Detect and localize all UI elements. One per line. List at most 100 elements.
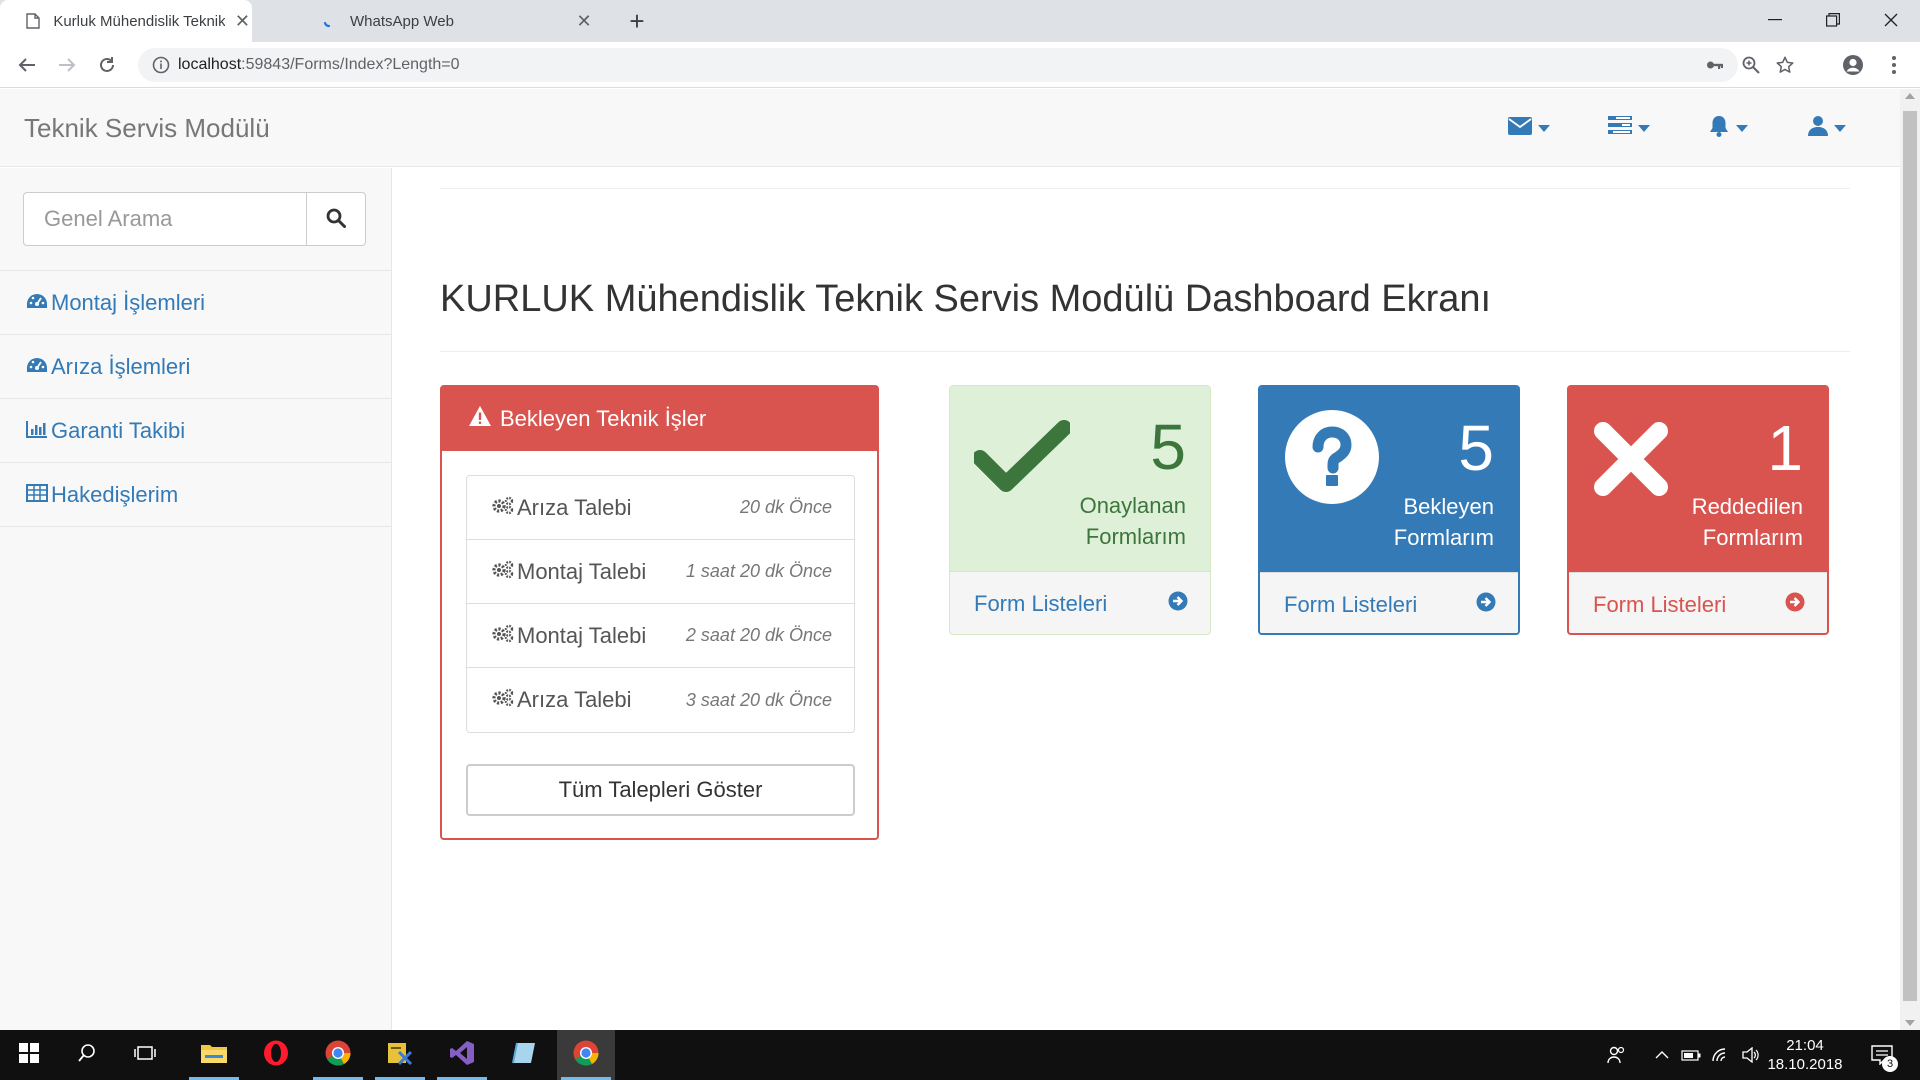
opera-button[interactable] [247, 1030, 305, 1080]
task-time: 20 dk Önce [739, 497, 832, 517]
question-icon [1284, 409, 1380, 510]
chrome-taskbar-button[interactable] [309, 1030, 367, 1080]
back-icon[interactable] [12, 50, 42, 80]
sidebar-item-label: Garanti Takibi [51, 417, 186, 443]
wifi-icon[interactable] [1710, 1044, 1732, 1066]
form-list-link[interactable]: Form Listeleri [1260, 572, 1518, 633]
chrome-icon [573, 1040, 599, 1071]
search-icon [77, 1043, 97, 1068]
approved-forms-card: 5 Onaylanan Formlarım Form Listeleri [949, 385, 1211, 635]
panel-heading: Bekleyen Teknik İşler [442, 387, 877, 451]
tab-whatsapp[interactable]: WhatsApp Web ✕ [300, 0, 600, 42]
list-item[interactable]: Arıza Talebi 3 saat 20 dk Önce [467, 668, 854, 732]
browser-tab-bar: Kurluk Mühendislik Teknik Servis ✕ Whats… [0, 0, 1920, 42]
people-icon[interactable] [1606, 1044, 1628, 1066]
close-icon[interactable] [1862, 0, 1920, 40]
user-dropdown[interactable] [1808, 113, 1846, 143]
messages-dropdown[interactable] [1508, 113, 1550, 143]
zoom-icon[interactable] [1740, 54, 1762, 76]
main-content: KURLUK Mühendislik Teknik Servis Modülü … [440, 168, 1850, 1030]
task-name: Montaj Talebi [517, 622, 647, 648]
card-body: 5 Onaylanan Formlarım [950, 386, 1210, 571]
chevron-up-icon[interactable] [1651, 1044, 1673, 1066]
chrome-active-button[interactable] [557, 1030, 615, 1080]
divider [440, 351, 1850, 352]
task-label: Montaj Talebi [491, 559, 646, 585]
card-label-line: Bekleyen [1403, 494, 1494, 519]
envelope-icon [1508, 116, 1532, 140]
dashboard-icon [26, 354, 51, 380]
battery-icon[interactable] [1680, 1044, 1702, 1066]
alerts-dropdown[interactable] [1708, 113, 1748, 143]
file-explorer-button[interactable] [185, 1030, 243, 1080]
address-bar[interactable]: localhost:59843/Forms/Index?Length=0 [138, 48, 1794, 82]
tab-close-icon[interactable]: ✕ [233, 11, 252, 31]
tools-app-icon [387, 1040, 413, 1071]
scroll-down-icon[interactable] [1905, 1020, 1915, 1026]
pending-forms-card: 5 Bekleyen Formlarım Form Listeleri [1258, 385, 1520, 635]
page-scrollbar[interactable] [1900, 89, 1920, 1030]
search-input[interactable] [23, 192, 306, 246]
tab-kurluk[interactable]: Kurluk Mühendislik Teknik Servis ✕ [0, 0, 252, 42]
tools-app-button[interactable] [371, 1030, 429, 1080]
list-item[interactable]: Montaj Talebi 1 saat 20 dk Önce [467, 540, 854, 604]
show-all-requests-button[interactable]: Tüm Talepleri Göster [466, 764, 855, 816]
arrow-circle-right-icon [1476, 592, 1496, 618]
pending-tasks-panel: Bekleyen Teknik İşler Arıza Talebi 20 dk… [440, 385, 879, 840]
scroll-up-icon[interactable] [1905, 93, 1915, 99]
profile-icon[interactable] [1838, 50, 1868, 80]
card-label-line: Onaylanan [1079, 493, 1186, 518]
search-taskbar-button[interactable] [58, 1030, 116, 1080]
reload-icon[interactable] [92, 50, 122, 80]
form-list-link[interactable]: Form Listeleri [1569, 572, 1827, 633]
key-icon[interactable] [1704, 54, 1726, 76]
footer-label: Form Listeleri [1284, 592, 1418, 617]
volume-icon[interactable] [1740, 1044, 1762, 1066]
top-navbar: Teknik Servis Modülü [0, 89, 1900, 167]
task-label: Arıza Talebi [491, 687, 632, 713]
windows-taskbar: 21:04 18.10.2018 3 [0, 1030, 1920, 1080]
system-clock[interactable]: 21:04 18.10.2018 [1760, 1036, 1850, 1074]
sidebar-item-ariza[interactable]: Arıza İşlemleri [0, 335, 392, 398]
whatsapp-icon [320, 12, 338, 30]
gears-icon [491, 687, 517, 713]
visual-studio-button[interactable] [433, 1030, 491, 1080]
card-body: 1 Reddedilen Formlarım [1569, 387, 1827, 572]
start-button[interactable] [0, 1030, 58, 1080]
card-label: Onaylanan Formlarım [1080, 490, 1186, 552]
notification-center-button[interactable]: 3 [1868, 1042, 1898, 1072]
minimize-icon[interactable] [1746, 0, 1804, 40]
scrollbar-thumb[interactable] [1903, 111, 1917, 1001]
card-label: Reddedilen Formlarım [1692, 491, 1803, 553]
tab-title: WhatsApp Web [350, 12, 454, 30]
tab-close-icon[interactable]: ✕ [574, 11, 594, 31]
list-item[interactable]: Arıza Talebi 20 dk Önce [467, 476, 854, 540]
info-icon[interactable] [152, 56, 170, 74]
menu-icon[interactable] [1884, 50, 1904, 80]
sidebar: Montaj İşlemleri Arıza İşlemleri Garanti… [0, 168, 392, 1030]
chevron-down-icon [1834, 124, 1846, 132]
task-view-button[interactable] [116, 1030, 174, 1080]
sidebar-item-hakedis[interactable]: Hakedişlerim [0, 463, 392, 526]
task-time: 1 saat 20 dk Önce [685, 561, 832, 581]
new-tab-button[interactable]: + [622, 6, 652, 36]
sidebar-item-label: Montaj İşlemleri [51, 289, 206, 315]
maximize-icon[interactable] [1804, 0, 1862, 40]
page-viewport: Teknik Servis Modülü Genel Arama Montaj … [0, 89, 1900, 1030]
task-name: Montaj Talebi [517, 558, 647, 584]
task-time: 3 saat 20 dk Önce [685, 689, 832, 710]
chrome-icon [325, 1040, 351, 1071]
form-list-link[interactable]: Form Listeleri [950, 571, 1210, 634]
times-icon [1593, 421, 1669, 502]
list-item[interactable]: Montaj Talebi 2 saat 20 dk Önce [467, 604, 854, 668]
search-button[interactable] [306, 192, 366, 246]
tasks-dropdown[interactable] [1608, 113, 1650, 143]
notes-app-button[interactable] [495, 1030, 553, 1080]
task-name: Arıza Talebi [517, 687, 632, 712]
star-icon[interactable] [1774, 54, 1796, 76]
table-icon [26, 482, 51, 508]
sidebar-item-garanti[interactable]: Garanti Takibi [0, 399, 392, 462]
brand-title[interactable]: Teknik Servis Modülü [24, 113, 270, 144]
forward-icon[interactable] [52, 50, 82, 80]
sidebar-item-montaj[interactable]: Montaj İşlemleri [0, 271, 392, 334]
